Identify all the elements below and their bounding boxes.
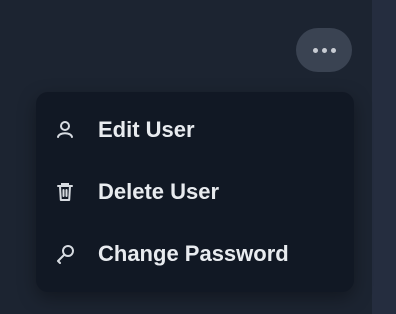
app-canvas: Edit User Delete User Change Password bbox=[0, 0, 396, 314]
ellipsis-icon bbox=[312, 47, 336, 53]
menu-item-edit-user[interactable]: Edit User bbox=[36, 104, 354, 156]
menu-item-label: Edit User bbox=[98, 117, 195, 142]
trash-icon bbox=[54, 181, 76, 203]
side-panel-edge bbox=[372, 0, 396, 314]
dot bbox=[312, 47, 318, 53]
more-options-button[interactable] bbox=[296, 28, 352, 72]
menu-item-label: Change Password bbox=[98, 241, 289, 266]
menu-item-delete-user[interactable]: Delete User bbox=[36, 166, 354, 218]
key-icon bbox=[54, 243, 76, 265]
user-actions-menu: Edit User Delete User Change Password bbox=[36, 92, 354, 292]
menu-item-change-password[interactable]: Change Password bbox=[36, 228, 354, 280]
menu-item-label: Delete User bbox=[98, 179, 220, 204]
dot bbox=[330, 47, 336, 53]
dot bbox=[321, 47, 327, 53]
user-icon bbox=[54, 119, 76, 141]
